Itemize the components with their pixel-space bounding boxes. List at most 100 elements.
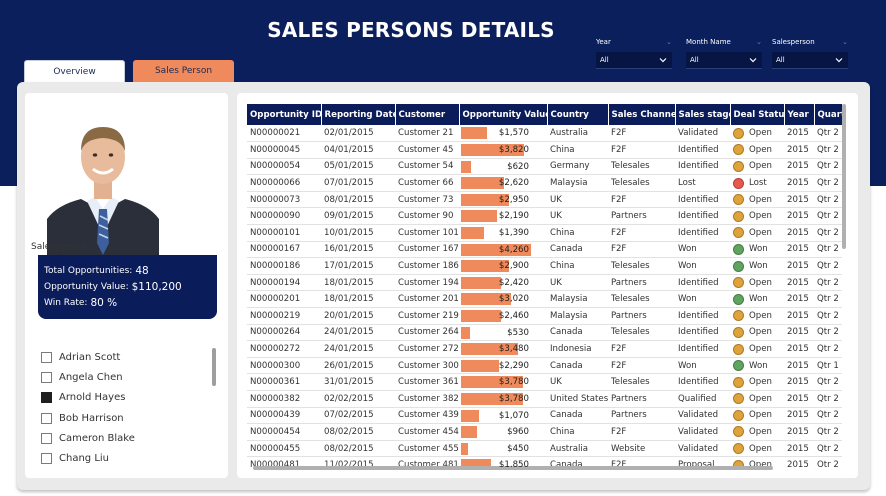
table-cell: Qtr 2 <box>814 158 842 176</box>
column-header[interactable]: Year <box>784 104 815 125</box>
table-row[interactable]: N00000167 16/01/2015 Customer 167 $4,260 Can… <box>247 241 842 259</box>
filter-month[interactable]: Month Name ⌄ All <box>686 36 762 69</box>
table-body: N00000021 02/01/2015 Customer 21 $1,570 Aust… <box>247 125 842 467</box>
table-cell: N00000194 <box>247 274 321 292</box>
column-header[interactable]: Opportunity ID <box>247 104 322 125</box>
table-row[interactable]: N00000054 05/01/2015 Customer 54 $620 German… <box>247 158 842 176</box>
slicer-item[interactable]: Adrian Scott <box>41 347 211 367</box>
table-row[interactable]: N00000382 02/02/2015 Customer 382 $3,780 Uni… <box>247 390 842 408</box>
value-text: $2,620 <box>498 178 529 189</box>
value-text: $3,020 <box>498 294 529 305</box>
table-cell: N00000186 <box>247 257 321 275</box>
table-row[interactable]: N00000219 20/01/2015 Customer 219 $2,460 Mal… <box>247 307 842 325</box>
table-cell: 07/01/2015 <box>321 174 395 192</box>
table-cell: UK <box>547 274 608 292</box>
table-row[interactable]: N00000361 31/01/2015 Customer 361 $3,780 UK T… <box>247 373 842 391</box>
table-vertical-scrollbar[interactable] <box>842 104 846 249</box>
column-header[interactable]: Reporting Date <box>321 104 396 125</box>
eraser-icon[interactable]: ⌄ <box>666 38 672 46</box>
slicer-scrollbar[interactable] <box>212 348 216 386</box>
table-row[interactable]: N00000186 17/01/2015 Customer 186 $2,900 Chi… <box>247 257 842 275</box>
status-dot-icon <box>733 210 744 222</box>
table-cell: China <box>547 141 608 159</box>
table-cell: Partners <box>608 274 675 292</box>
table-cell: F2F <box>608 224 675 242</box>
table-cell: UK <box>547 373 608 391</box>
table-cell: Customer 219 <box>395 307 459 325</box>
table-cell: Australia <box>547 125 608 143</box>
table-cell: 2015 <box>784 307 814 325</box>
column-header[interactable]: Opportunity Value <box>459 104 548 125</box>
column-header[interactable]: Deal Status <box>730 104 785 125</box>
slicer-checkbox[interactable] <box>41 392 52 404</box>
table-cell: Identified <box>675 274 730 292</box>
salesperson-photo <box>47 117 159 255</box>
table-cell: 02/01/2015 <box>321 125 395 143</box>
slicer-item-label: Chang Liu <box>59 453 109 465</box>
slicer-item[interactable]: Angela Chen <box>41 367 211 387</box>
column-header[interactable]: Country <box>547 104 609 125</box>
table-row[interactable]: N00000455 08/02/2015 Customer 455 $450 Austr… <box>247 440 842 458</box>
tab-sales-person[interactable]: Sales Person <box>133 60 234 82</box>
slicer-checkbox[interactable] <box>41 412 52 424</box>
table-cell: Qtr 2 <box>814 241 842 259</box>
table-row[interactable]: N00000272 24/01/2015 Customer 272 $3,480 Ind… <box>247 340 842 358</box>
table-cell: Identified <box>675 141 730 159</box>
total-opportunities-label: Total Opportunities: <box>44 266 133 276</box>
table-row[interactable]: N00000194 18/01/2015 Customer 194 $2,420 UK P… <box>247 274 842 292</box>
table-row[interactable]: N00000439 07/02/2015 Customer 439 $1,070 Can… <box>247 407 842 425</box>
table-cell: F2F <box>608 191 675 209</box>
table-row[interactable]: N00000201 18/01/2015 Customer 201 $3,020 Mal… <box>247 290 842 309</box>
table-cell: Telesales <box>608 174 675 192</box>
deal-status-cell: Open <box>730 224 784 242</box>
column-header[interactable]: Quarter <box>814 104 842 125</box>
filter-salesperson-dropdown[interactable]: All <box>772 52 848 69</box>
table-cell: Malaysia <box>547 290 608 309</box>
table-row[interactable]: N00000264 24/01/2015 Customer 264 $530 Canad… <box>247 324 842 342</box>
table-row[interactable]: N00000073 08/01/2015 Customer 73 $2,950 UK F2… <box>247 191 842 209</box>
slicer-checkbox[interactable] <box>41 371 52 383</box>
table-row[interactable]: N00000300 26/01/2015 Customer 300 $2,290 Can… <box>247 357 842 375</box>
deal-status: Open <box>733 326 781 338</box>
table-row[interactable]: N00000066 07/01/2015 Customer 66 $2,620 Mala… <box>247 174 842 192</box>
table-cell: F2F <box>608 357 675 375</box>
table-row[interactable]: N00000090 09/01/2015 Customer 90 $2,190 UK Pa… <box>247 207 842 226</box>
slicer-checkbox[interactable] <box>41 351 52 363</box>
deal-status: Open <box>733 144 781 156</box>
table-cell: 20/01/2015 <box>321 307 395 325</box>
table-cell: Customer 66 <box>395 174 459 192</box>
eraser-icon[interactable]: ⌄ <box>842 38 848 46</box>
table-cell: Customer 167 <box>395 241 459 259</box>
table-row[interactable]: N00000021 02/01/2015 Customer 21 $1,570 Aust… <box>247 125 842 143</box>
slicer-checkbox[interactable] <box>41 432 52 444</box>
value-bar <box>461 359 499 372</box>
eraser-icon[interactable]: ⌄ <box>756 38 762 46</box>
slicer-item[interactable]: Cameron Blake <box>41 428 211 448</box>
filter-year-dropdown[interactable]: All <box>596 52 672 69</box>
status-dot-icon <box>733 426 744 438</box>
table-cell: 04/01/2015 <box>321 141 395 159</box>
table-row[interactable]: N00000101 10/01/2015 Customer 101 $1,390 Chi… <box>247 224 842 242</box>
slicer-item[interactable]: Arnold Hayes <box>41 388 211 408</box>
tab-overview[interactable]: Overview <box>24 60 125 82</box>
filter-year[interactable]: Year ⌄ All <box>596 36 672 69</box>
column-header[interactable]: Sales stage <box>675 104 731 125</box>
filter-salesperson[interactable]: Salesperson ⌄ All <box>772 36 848 69</box>
status-dot-icon <box>733 227 744 239</box>
deal-status-cell: Open <box>730 141 784 159</box>
value-bar <box>461 177 504 190</box>
slicer-checkbox[interactable] <box>41 453 52 465</box>
status-text: Open <box>749 410 772 421</box>
slicer-item-label: Cameron Blake <box>59 432 135 444</box>
column-header[interactable]: Customer <box>395 104 460 125</box>
filter-month-dropdown[interactable]: All <box>686 52 762 69</box>
deal-status: Open <box>733 393 781 405</box>
table-row[interactable]: N00000045 04/01/2015 Customer 45 $3,820 Chin… <box>247 141 842 159</box>
slicer-item[interactable]: Bob Harrison <box>41 408 211 428</box>
table-row[interactable]: N00000454 08/02/2015 Customer 454 $960 China… <box>247 423 842 441</box>
table-cell: 2015 <box>784 407 814 425</box>
column-header[interactable]: Sales Channel <box>608 104 676 125</box>
deal-status: Open <box>733 343 781 355</box>
status-text: Won <box>749 244 768 255</box>
slicer-item[interactable]: Chang Liu <box>41 448 211 468</box>
